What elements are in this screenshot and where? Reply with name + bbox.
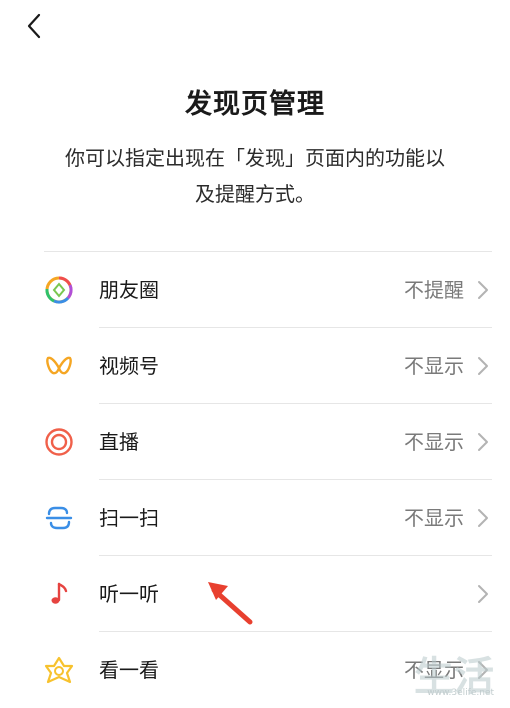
chevron-left-icon [27,13,41,39]
list-item-live[interactable]: 直播 不显示 [0,404,510,480]
list-item-label: 扫一扫 [99,506,159,530]
list-item-value: 不显示 [404,430,464,454]
back-button[interactable] [16,8,52,44]
scan-icon [44,503,74,533]
live-circle-icon [44,427,74,457]
list-item-label: 朋友圈 [99,278,159,302]
list-item-value: 不提醒 [404,278,464,302]
list-item-moments[interactable]: 朋友圈 不提醒 [0,252,510,328]
list-item-label: 看一看 [99,658,159,682]
discover-settings-list: 朋友圈 不提醒 视频号 不显示 直播 不显示 扫一扫 不显示 听一听 看一看 不… [0,252,510,708]
page-description: 你可以指定出现在「发现」页面内的功能以 及提醒方式。 [40,140,470,212]
chevron-right-icon [478,509,488,527]
list-item-label: 视频号 [99,354,159,378]
list-item-label: 听一听 [99,582,159,606]
chevron-right-icon [478,281,488,299]
list-item-scan[interactable]: 扫一扫 不显示 [0,480,510,556]
list-item-value: 不显示 [404,354,464,378]
red-pointer-arrow-icon [208,582,253,625]
chevron-right-icon [478,433,488,451]
music-note-icon [44,579,74,609]
page-title: 发现页管理 [185,89,325,120]
top-stories-star-icon [44,655,74,685]
moments-aperture-icon [44,275,74,305]
list-item-label: 直播 [99,430,139,454]
channels-butterfly-icon [44,351,74,381]
chevron-right-icon [478,585,488,603]
list-item-channels[interactable]: 视频号 不显示 [0,328,510,404]
watermark-logo: 生活 www.3elife.net [384,642,504,700]
description-line-1: 你可以指定出现在「发现」页面内的功能以 [65,146,445,170]
watermark-url: www.3elife.net [427,688,494,698]
chevron-right-icon [478,357,488,375]
list-item-value: 不显示 [404,506,464,530]
description-line-2: 及提醒方式。 [195,182,315,206]
